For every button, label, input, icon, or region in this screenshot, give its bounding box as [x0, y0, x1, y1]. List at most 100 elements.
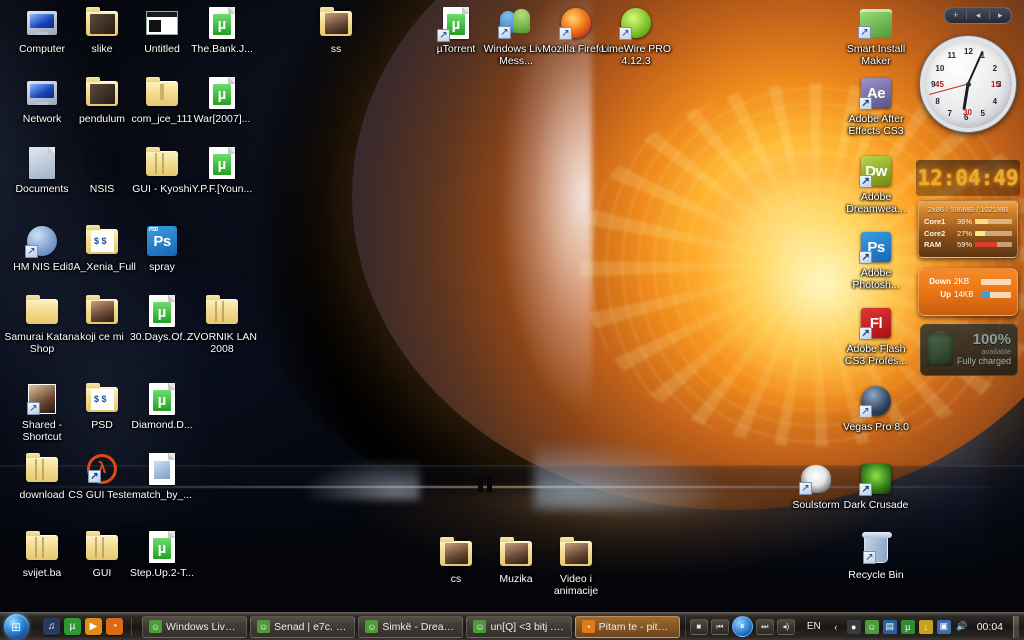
mediaplayer-quicklaunch-icon[interactable]: ▶	[85, 618, 102, 635]
desktop-icon-image	[85, 6, 119, 40]
folder-thumbnail-icon	[500, 536, 532, 566]
desktop-icon[interactable]: Ae ↗ Adobe After Effects CS3	[838, 76, 914, 137]
show-desktop-button[interactable]	[1013, 615, 1019, 638]
network-meter-row: Up 14KB	[925, 290, 1011, 299]
clock-numeral: 4	[992, 96, 998, 106]
taskbar-separator	[131, 617, 132, 636]
utorrent-glyph: µ	[153, 390, 171, 411]
windows-sidebar: + ◂ ▸ 12 1 2 3 4 5 6 7 8 9 10 11 15 30 45 12:04:49 2x8…	[910, 0, 1024, 612]
desktop-icon-image	[25, 294, 59, 328]
network-meter-row-bar	[981, 278, 1011, 285]
desktop-icon[interactable]: ↗ Dark Crusade	[838, 462, 914, 511]
display-tray-icon[interactable]: ▣	[936, 619, 951, 634]
desktop-icon[interactable]: Video i animacije	[538, 536, 614, 597]
sidebar-prev-button[interactable]: ◂	[966, 11, 988, 20]
sidebar-header[interactable]: + ◂ ▸	[944, 7, 1012, 24]
analog-clock-gadget[interactable]: 12 1 2 3 4 5 6 7 8 9 10 11 15 30 45	[920, 36, 1016, 132]
network-tray-icon[interactable]: ▤	[882, 619, 897, 634]
network-meter-row-name: Up	[940, 290, 951, 299]
next-button[interactable]: ⏭	[755, 618, 774, 635]
firefox-quicklaunch-icon[interactable]: ◔	[106, 618, 123, 635]
desktop-icon-image: µ	[145, 382, 179, 416]
desktop-icon[interactable]: ↗ Recycle Bin	[838, 532, 914, 581]
soulstorm-icon: ↗	[799, 465, 831, 495]
sidebar-add-gadget-button[interactable]: +	[945, 11, 966, 20]
volume-button[interactable]: ◂)	[776, 618, 795, 635]
desktop-icon-label: Step.Up.2-T...	[129, 567, 195, 579]
desktop-icon[interactable]: µ Diamond.D...	[124, 382, 200, 431]
clock-numeral: 5	[980, 108, 985, 118]
desktop-icon-image: ↗	[619, 6, 653, 40]
messenger-icon: ☺	[257, 620, 271, 633]
desktop-icon-image: Fl ↗	[859, 306, 893, 340]
chevron-icon[interactable]: ‹	[829, 620, 843, 634]
network-meter-row-bar	[981, 291, 1011, 298]
desktop-icon[interactable]: ZVORNIK LAN 2008	[184, 294, 260, 355]
desktop-icon[interactable]: Dw ↗ Adobe Dreamwea...	[838, 154, 914, 215]
desktop-icon-image	[205, 294, 239, 328]
desktop-icon-image: µ ↗	[437, 6, 473, 42]
desktop-icon[interactable]: Fl ↗ Adobe Flash CS3 Profes...	[838, 306, 914, 367]
network-meter-gadget[interactable]: Down 2KB Up 14KB	[918, 268, 1018, 316]
taskbar-task-label: Windows Live ...	[166, 620, 241, 633]
utorrent-quicklaunch-icon[interactable]: µ	[64, 618, 81, 635]
folder-icon	[26, 294, 58, 324]
taskbar-task-button[interactable]: ☺un[Q] <3 bitj ...i ...	[466, 615, 572, 638]
smart-install-maker-icon: ↗	[858, 9, 892, 39]
utorrent-file-icon: µ	[149, 531, 175, 563]
desktop-icon[interactable]: ↗ Vegas Pro 8.0	[838, 384, 914, 433]
desktop-icon[interactable]: µ Step.Up.2-T...	[124, 530, 200, 579]
desktop-icon[interactable]: Ps ↗ Adobe Photosh...	[838, 230, 914, 291]
desktop-icon[interactable]: µ The.Bank.J...	[184, 6, 260, 55]
clock-numeral: 1	[980, 51, 985, 61]
utorrent-file-icon: µ	[209, 147, 235, 179]
desktop-icon[interactable]: µ War[2007]...	[184, 76, 260, 125]
taskbar-task-button[interactable]: ◔ Pitam te - pitas...	[574, 615, 680, 638]
taskbar-task-label: Pitam te - pitas...	[598, 620, 673, 633]
update-tray-icon[interactable]: ↓	[918, 619, 933, 634]
cpu-meter-row: Core1 36%	[924, 217, 1012, 226]
previous-button[interactable]: ⏮	[710, 618, 729, 635]
desktop-icon-image: ↗	[799, 462, 833, 496]
desktop-icon-label: spray	[149, 261, 175, 273]
stop-button[interactable]: ■	[689, 618, 708, 635]
desktop-icon[interactable]: ↗ Smart Install Maker	[838, 6, 914, 67]
desktop-icon[interactable]: match_by_...	[124, 452, 200, 501]
taskbar-task-button[interactable]: ☺Senad | e7c. - C...	[250, 615, 356, 638]
winamp-quicklaunch-icon[interactable]: ♫	[43, 618, 60, 635]
desktop-icon-image: Ps PSD	[145, 224, 179, 258]
folder-open-icon	[86, 6, 118, 36]
taskbar-task-button[interactable]: ☺Simkë - Dreamb...	[358, 615, 464, 638]
desktop-icon-label: Smart Install Maker	[846, 43, 906, 67]
desktop-icon[interactable]: µ Y.P.F.[Youn...	[184, 146, 260, 195]
desktop-icon[interactable]: ss	[298, 6, 374, 55]
desktop-icon-image: Dw ↗	[859, 154, 893, 188]
desktop-icon-image	[85, 146, 119, 180]
desktop-icon[interactable]: ↗ LimeWire PRO 4.12.3	[598, 6, 674, 67]
utorrent-tray-icon[interactable]: µ	[900, 619, 915, 634]
folder-zip-icon	[146, 76, 178, 106]
play-pause-button[interactable]: ⏸	[731, 616, 753, 637]
photoshop-file-icon: Ps PSD	[147, 226, 177, 256]
cpu-meter-gadget[interactable]: 2x86 / 598MB / 1021MB Core1 36% Core2 27% RA…	[918, 200, 1018, 258]
language-indicator[interactable]: EN	[803, 621, 825, 632]
desktop-icon-image	[145, 452, 179, 486]
shortcut-arrow-icon: ↗	[88, 470, 101, 483]
taskbar-clock[interactable]: 00:04	[973, 621, 1009, 633]
desktop-icon[interactable]: Ps PSD spray	[124, 224, 200, 273]
messenger-tray-icon[interactable]: ☺	[864, 619, 879, 634]
folder-icon: $ $	[86, 224, 118, 254]
sidebar-next-button[interactable]: ▸	[988, 11, 1011, 20]
battery-gadget[interactable]: 100% available Fully charged	[920, 324, 1018, 376]
system-tray: ■ ⏮ ⏸ ⏭ ◂) EN ‹ ● ☺ ▤ µ ↓ ▣ 🔊 00:04	[680, 615, 1024, 638]
cpu-meter-row-bar	[975, 242, 1012, 247]
start-button[interactable]: ⊞	[1, 614, 31, 640]
folder-stack-icon	[206, 294, 238, 324]
security-icon[interactable]: ●	[846, 619, 861, 634]
desktop-icon-label: Adobe Photosh...	[852, 267, 900, 291]
digital-clock-gadget[interactable]: 12:04:49	[916, 160, 1020, 196]
volume-tray-icon[interactable]: 🔊	[955, 620, 969, 634]
taskbar-task-button[interactable]: ☺ Windows Live ...	[142, 615, 248, 638]
recycle-bin-icon: ↗	[862, 532, 892, 564]
adobe-dreamweaver-icon: Dw ↗	[859, 156, 891, 188]
